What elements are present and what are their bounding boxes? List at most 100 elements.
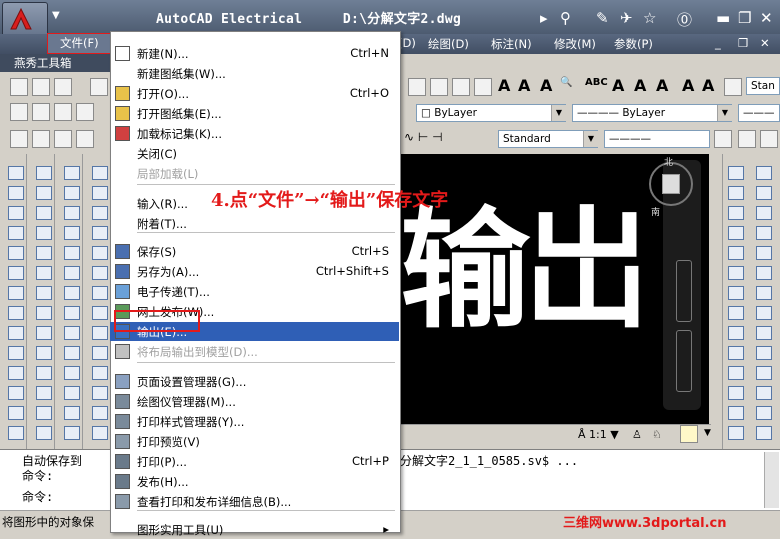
- tool-icon-col4-4[interactable]: [92, 226, 108, 240]
- tool-icon-col3-8[interactable]: [64, 306, 80, 320]
- right-tool-icon-col1-8[interactable]: [728, 306, 744, 320]
- tool-icon-col4-3[interactable]: [92, 206, 108, 220]
- right-tool-icon-col1-7[interactable]: [728, 286, 744, 300]
- right-tool-icon-col2-13[interactable]: [756, 406, 772, 420]
- toolbar-icon-e[interactable]: [724, 78, 742, 96]
- right-tool-icon-col2-6[interactable]: [756, 266, 772, 280]
- layer-combo[interactable]: □ ByLayer: [416, 104, 566, 122]
- tool-icon-col4-13[interactable]: [92, 406, 108, 420]
- toolbar-icon-h[interactable]: [760, 130, 778, 148]
- right-tool-icon-col2-10[interactable]: [756, 346, 772, 360]
- tool-icon-col4-10[interactable]: [92, 346, 108, 360]
- tool-icon-col4-2[interactable]: [92, 186, 108, 200]
- steering-wheel-icon[interactable]: [676, 260, 692, 322]
- right-tool-icon-col2-5[interactable]: [756, 246, 772, 260]
- tool-icon-col1-10[interactable]: [8, 346, 24, 360]
- tool-icon-col2-5[interactable]: [36, 246, 52, 260]
- file-menu-item-20[interactable]: 发布(H)...: [110, 472, 399, 491]
- toolbar-icon-g[interactable]: [738, 130, 756, 148]
- custom-toolbar-label[interactable]: 燕秀工具箱: [0, 54, 126, 72]
- tools-icon[interactable]: ✎: [596, 9, 609, 27]
- tool-icon-col3-13[interactable]: [64, 406, 80, 420]
- file-menu-item-17[interactable]: 打印样式管理器(Y)...: [110, 412, 399, 431]
- close-doc-icon[interactable]: ✕: [760, 36, 770, 50]
- tool-icon-col4-5[interactable]: [92, 246, 108, 260]
- right-tool-icon-col1-11[interactable]: [728, 366, 744, 380]
- status-menu-arrow-icon[interactable]: ▼: [704, 428, 711, 438]
- minimize-icon[interactable]: ▬: [716, 9, 730, 27]
- tool-icon-col2-9[interactable]: [36, 326, 52, 340]
- right-tool-icon-col2-3[interactable]: [756, 206, 772, 220]
- dim-linear-icon[interactable]: [10, 130, 28, 148]
- tool-icon-col3-14[interactable]: [64, 426, 80, 440]
- file-menu-item-3[interactable]: 打开图纸集(E)...: [110, 104, 399, 123]
- tool-icon-col2-13[interactable]: [36, 406, 52, 420]
- right-tool-icon-col2-4[interactable]: [756, 226, 772, 240]
- command-input-prompt[interactable]: 命令:: [22, 488, 53, 505]
- menu-dimension[interactable]: 标注(N): [491, 36, 532, 52]
- toolbar-icon-b[interactable]: [430, 78, 448, 96]
- tool-icon-col3-6[interactable]: [64, 266, 80, 280]
- file-menu-item-19[interactable]: 打印(P)... Ctrl+P: [110, 452, 399, 471]
- satellite-icon[interactable]: ✈: [620, 9, 633, 27]
- right-tool-icon-col1-2[interactable]: [728, 186, 744, 200]
- open-icon[interactable]: [32, 78, 50, 96]
- tool-icon-col3-2[interactable]: [64, 186, 80, 200]
- file-menu-item-10[interactable]: 另存为(A)... Ctrl+Shift+S: [110, 262, 399, 281]
- spell-check-icon[interactable]: ABC: [585, 77, 608, 88]
- tool-icon-col2-10[interactable]: [36, 346, 52, 360]
- tool-icon-col4-12[interactable]: [92, 386, 108, 400]
- tool-icon-col4-6[interactable]: [92, 266, 108, 280]
- file-menu-item-4[interactable]: 加载标记集(K)...: [110, 124, 399, 143]
- tool-icon-col2-2[interactable]: [36, 186, 52, 200]
- tool-icon-col2-14[interactable]: [36, 426, 52, 440]
- right-tool-icon-col2-2[interactable]: [756, 186, 772, 200]
- tool-icon-col1-2[interactable]: [8, 186, 24, 200]
- layer-on-icon[interactable]: [32, 103, 50, 121]
- text-style-icon[interactable]: A: [612, 76, 624, 95]
- layer-combo-arrow-icon[interactable]: ▼: [551, 105, 566, 121]
- tool-icon-col2-3[interactable]: [36, 206, 52, 220]
- right-tool-icon-col1-5[interactable]: [728, 246, 744, 260]
- dim-aligned-icon[interactable]: [32, 130, 50, 148]
- restore-icon[interactable]: ❐: [738, 9, 751, 27]
- dim-style-combo-arrow-icon[interactable]: ▼: [583, 131, 598, 147]
- right-tool-icon-col1-9[interactable]: [728, 326, 744, 340]
- file-menu-item-5[interactable]: 关闭(C): [110, 144, 399, 163]
- toolbar-icon-f[interactable]: [714, 130, 732, 148]
- tool-icon-col4-7[interactable]: [92, 286, 108, 300]
- menu-draw[interactable]: 绘图(D): [428, 36, 469, 52]
- dim-ordinate-icon[interactable]: [76, 130, 94, 148]
- tool-icon-col4-9[interactable]: [92, 326, 108, 340]
- file-menu-item-22[interactable]: 图形实用工具(U) ▸: [110, 520, 399, 539]
- right-tool-icon-col1-4[interactable]: [728, 226, 744, 240]
- toolbar-icon-d[interactable]: [474, 78, 492, 96]
- right-tool-icon-col2-1[interactable]: [756, 166, 772, 180]
- tool-icon-col2-7[interactable]: [36, 286, 52, 300]
- viewcube-top-icon[interactable]: [662, 174, 680, 194]
- tool-icon-col3-9[interactable]: [64, 326, 80, 340]
- mtext-icon[interactable]: A: [498, 76, 510, 95]
- right-tool-icon-col1-10[interactable]: [728, 346, 744, 360]
- right-tool-icon-col1-3[interactable]: [728, 206, 744, 220]
- zoom-icon[interactable]: [676, 330, 692, 392]
- toolbar-icon-a[interactable]: [408, 78, 426, 96]
- file-menu-item-18[interactable]: 打印预览(V): [110, 432, 399, 451]
- menu-modify[interactable]: 修改(M): [554, 36, 596, 52]
- file-menu-item-2[interactable]: 打开(O)... Ctrl+O: [110, 84, 399, 103]
- annotation-scale[interactable]: Å 1:1 ▼: [578, 428, 619, 441]
- file-menu-item-1[interactable]: 新建图纸集(W)...: [110, 64, 399, 83]
- tool-icon-col3-11[interactable]: [64, 366, 80, 380]
- tool-icon-col1-1[interactable]: [8, 166, 24, 180]
- minimize-doc-icon[interactable]: _: [715, 36, 721, 50]
- tool-icon-col2-1[interactable]: [36, 166, 52, 180]
- dim-tools-icons[interactable]: ∿ ⊢ ⊣: [404, 130, 443, 144]
- tool-icon-col4-14[interactable]: [92, 426, 108, 440]
- linetype-combo[interactable]: ———— ByLayer: [572, 104, 732, 122]
- dim-arc-icon[interactable]: [54, 130, 72, 148]
- tool-icon-col3-7[interactable]: [64, 286, 80, 300]
- file-menu-item-0[interactable]: 新建(N)... Ctrl+N: [110, 44, 399, 63]
- right-tool-icon-col1-6[interactable]: [728, 266, 744, 280]
- right-tool-icon-col2-14[interactable]: [756, 426, 772, 440]
- tool-icon-col3-3[interactable]: [64, 206, 80, 220]
